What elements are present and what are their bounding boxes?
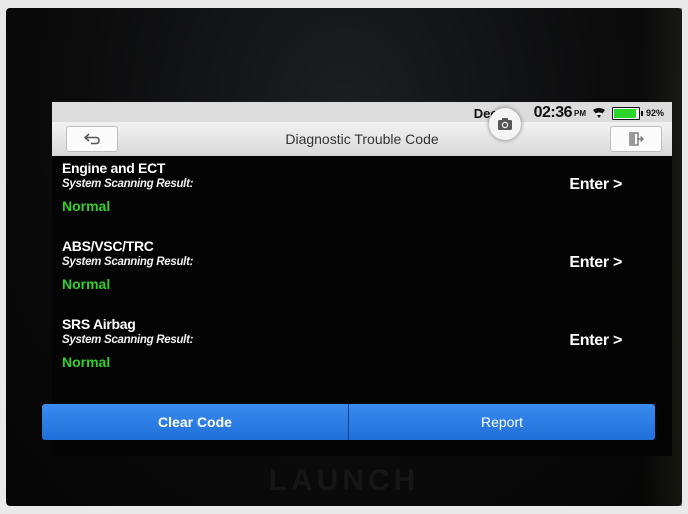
- report-button[interactable]: Report: [349, 404, 655, 440]
- system-name: SRS Airbag: [62, 316, 136, 332]
- enter-button[interactable]: Enter >: [569, 332, 622, 350]
- status-ampm: PM: [573, 108, 586, 118]
- status-time: 02:36: [533, 104, 573, 121]
- battery-level-fill: [613, 108, 636, 118]
- system-item-abs: ABS/VSC/TRC System Scanning Result: Norm…: [52, 234, 672, 306]
- wifi-icon: [592, 108, 605, 118]
- brand-logo: LAUNCH: [268, 464, 420, 497]
- system-status: Normal: [62, 354, 111, 370]
- scan-result-label: System Scanning Result:: [62, 334, 194, 346]
- exit-icon: [629, 132, 644, 146]
- screenshot-camera-button[interactable]: [489, 108, 521, 140]
- title-bar: Diagnostic Trouble Code: [52, 122, 672, 156]
- system-name: Engine and ECT: [62, 160, 166, 176]
- action-bar: Clear Code Report: [42, 404, 655, 440]
- camera-icon: [498, 118, 512, 130]
- device-frame: Dec 02:36 PM 92% Diagnostic Trouble Code…: [6, 8, 682, 506]
- system-status: Normal: [62, 198, 111, 214]
- scan-result-label: System Scanning Result:: [62, 256, 194, 268]
- enter-button[interactable]: Enter >: [569, 254, 622, 272]
- system-name: ABS/VSC/TRC: [62, 238, 154, 254]
- diagnostic-screen: Dec 02:36 PM 92% Diagnostic Trouble Code…: [52, 102, 672, 456]
- system-item-engine: Engine and ECT System Scanning Result: N…: [52, 156, 672, 228]
- exit-button[interactable]: [610, 126, 662, 152]
- battery-icon: [611, 106, 643, 120]
- status-bar: Dec 02:36 PM 92%: [52, 102, 672, 122]
- battery-percentage: 92%: [645, 108, 664, 118]
- clear-code-button[interactable]: Clear Code: [42, 404, 349, 440]
- page-title: Diagnostic Trouble Code: [285, 131, 439, 147]
- system-status: Normal: [62, 276, 111, 292]
- battery-tip: [640, 110, 643, 116]
- enter-button[interactable]: Enter >: [569, 176, 622, 194]
- scan-result-label: System Scanning Result:: [62, 178, 194, 190]
- system-item-srs: SRS Airbag System Scanning Result: Norma…: [52, 312, 672, 384]
